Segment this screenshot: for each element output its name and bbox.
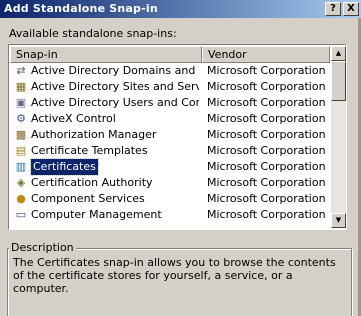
list-item[interactable]: ▦ Active Directory Sites and Services Micr… [10,79,330,95]
snapin-name: Component Services [31,192,145,205]
snapin-name: Active Directory Sites and Services [31,80,199,93]
snapin-name: Certificate Templates [31,144,148,157]
list-item[interactable]: ◈ Certification Authority Microsoft Corpor… [10,175,330,191]
users-computers-icon: ▣ [15,96,27,109]
snapin-vendor: Microsoft Corporation [207,160,326,173]
snapin-list[interactable]: Snap-in Vendor ⇄ Active Directory Domains… [8,44,347,230]
column-header-vendor[interactable]: Vendor [202,46,330,63]
snapin-name: Computer Management [31,208,162,221]
list-item[interactable]: ▣ Active Directory Users and Compu... Micr… [10,95,330,111]
list-item[interactable]: ▩ Authorization Manager Microsoft Corporat… [10,127,330,143]
window-title: Add Standalone Snap-in [4,2,158,15]
activex-icon: ⚙ [16,112,26,125]
snapin-name: Authorization Manager [31,128,157,141]
snapin-name: ActiveX Control [31,112,116,125]
cert-authority-icon: ◈ [16,176,26,189]
list-item[interactable]: ▭ Computer Management Microsoft Corporatio… [10,207,330,223]
description-text: The Certificates snap-in allows you to b… [13,256,336,295]
computer-management-icon: ▭ [15,208,27,221]
domains-trusts-icon: ⇄ [16,64,26,77]
description-legend: Description [9,241,76,254]
snapin-vendor: Microsoft Corporation [207,80,326,93]
cert-templates-icon: ▤ [15,144,27,157]
list-item[interactable]: ▤ Certificate Templates Microsoft Corporat… [10,143,330,159]
snapin-vendor: Microsoft Corporation [207,128,326,141]
list-item[interactable]: ⇄ Active Directory Domains and Trusts Micr… [10,63,330,79]
vertical-scrollbar[interactable]: ▲ ▼ [331,46,346,228]
available-snapins-label: Available standalone snap-ins: [9,27,177,40]
snapin-vendor: Microsoft Corporation [207,64,326,77]
snapin-vendor: Microsoft Corporation [207,112,326,125]
snapin-name: Certification Authority [31,176,153,189]
scroll-up-icon[interactable]: ▲ [331,46,346,61]
column-header-snapin[interactable]: Snap-in [10,46,202,63]
snapin-vendor: Microsoft Corporation [207,96,326,109]
component-services-icon: ● [16,192,26,205]
help-button[interactable]: ? [325,2,341,16]
list-item[interactable]: ● Component Services Microsoft Corporation [10,191,330,207]
snapin-name: Active Directory Domains and Trusts [31,64,199,77]
list-header: Snap-in Vendor [10,46,330,63]
close-button[interactable]: X [343,2,359,16]
snapin-name: Active Directory Users and Compu... [31,96,199,109]
certificates-icon: ▥ [15,160,27,173]
list-item[interactable]: ⚙ ActiveX Control Microsoft Corporation [10,111,330,127]
snapin-vendor: Microsoft Corporation [207,192,326,205]
snapin-vendor: Microsoft Corporation [207,176,326,189]
title-bar[interactable]: Add Standalone Snap-in ? X [0,0,361,18]
scroll-down-icon[interactable]: ▼ [331,213,346,228]
add-standalone-snapin-dialog: Add Standalone Snap-in ? X Available sta… [0,0,361,316]
sites-services-icon: ▦ [15,80,27,93]
snapin-vendor: Microsoft Corporation [207,208,326,221]
snapin-vendor: Microsoft Corporation [207,144,326,157]
snapin-name: Certificates [30,158,99,176]
authorization-icon: ▩ [15,128,27,141]
scroll-thumb[interactable] [331,61,346,101]
list-item[interactable]: ▥ Certificates Microsoft Corporation [10,158,330,176]
